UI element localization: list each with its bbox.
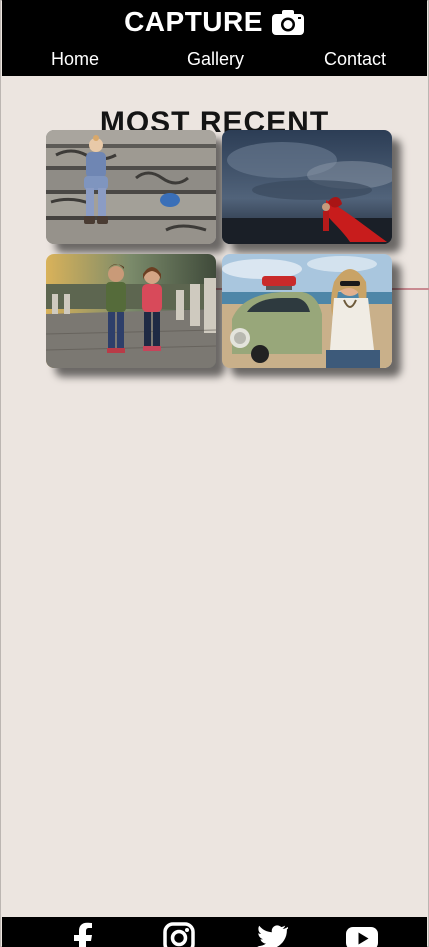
site-header: CAPTURE Home Gallery Contact bbox=[2, 0, 429, 290]
brand[interactable]: CAPTURE bbox=[2, 4, 427, 40]
photo-two-children[interactable] bbox=[46, 254, 216, 368]
photo-toddler-stairs[interactable] bbox=[46, 130, 216, 244]
brand-title: CAPTURE bbox=[124, 6, 263, 37]
site-footer bbox=[2, 917, 427, 947]
instagram-icon[interactable] bbox=[162, 921, 196, 947]
photo-vintage-car[interactable] bbox=[222, 254, 392, 368]
youtube-icon[interactable] bbox=[345, 921, 379, 947]
nav-home[interactable]: Home bbox=[51, 48, 99, 70]
twitter-icon[interactable] bbox=[254, 921, 288, 947]
camera-icon bbox=[271, 10, 304, 35]
photo-red-fabric-storm[interactable] bbox=[222, 130, 392, 244]
photo-gallery bbox=[46, 130, 393, 368]
main-nav: Home Gallery Contact bbox=[2, 48, 429, 290]
nav-contact[interactable]: Contact bbox=[324, 48, 386, 70]
facebook-icon[interactable] bbox=[67, 921, 101, 947]
